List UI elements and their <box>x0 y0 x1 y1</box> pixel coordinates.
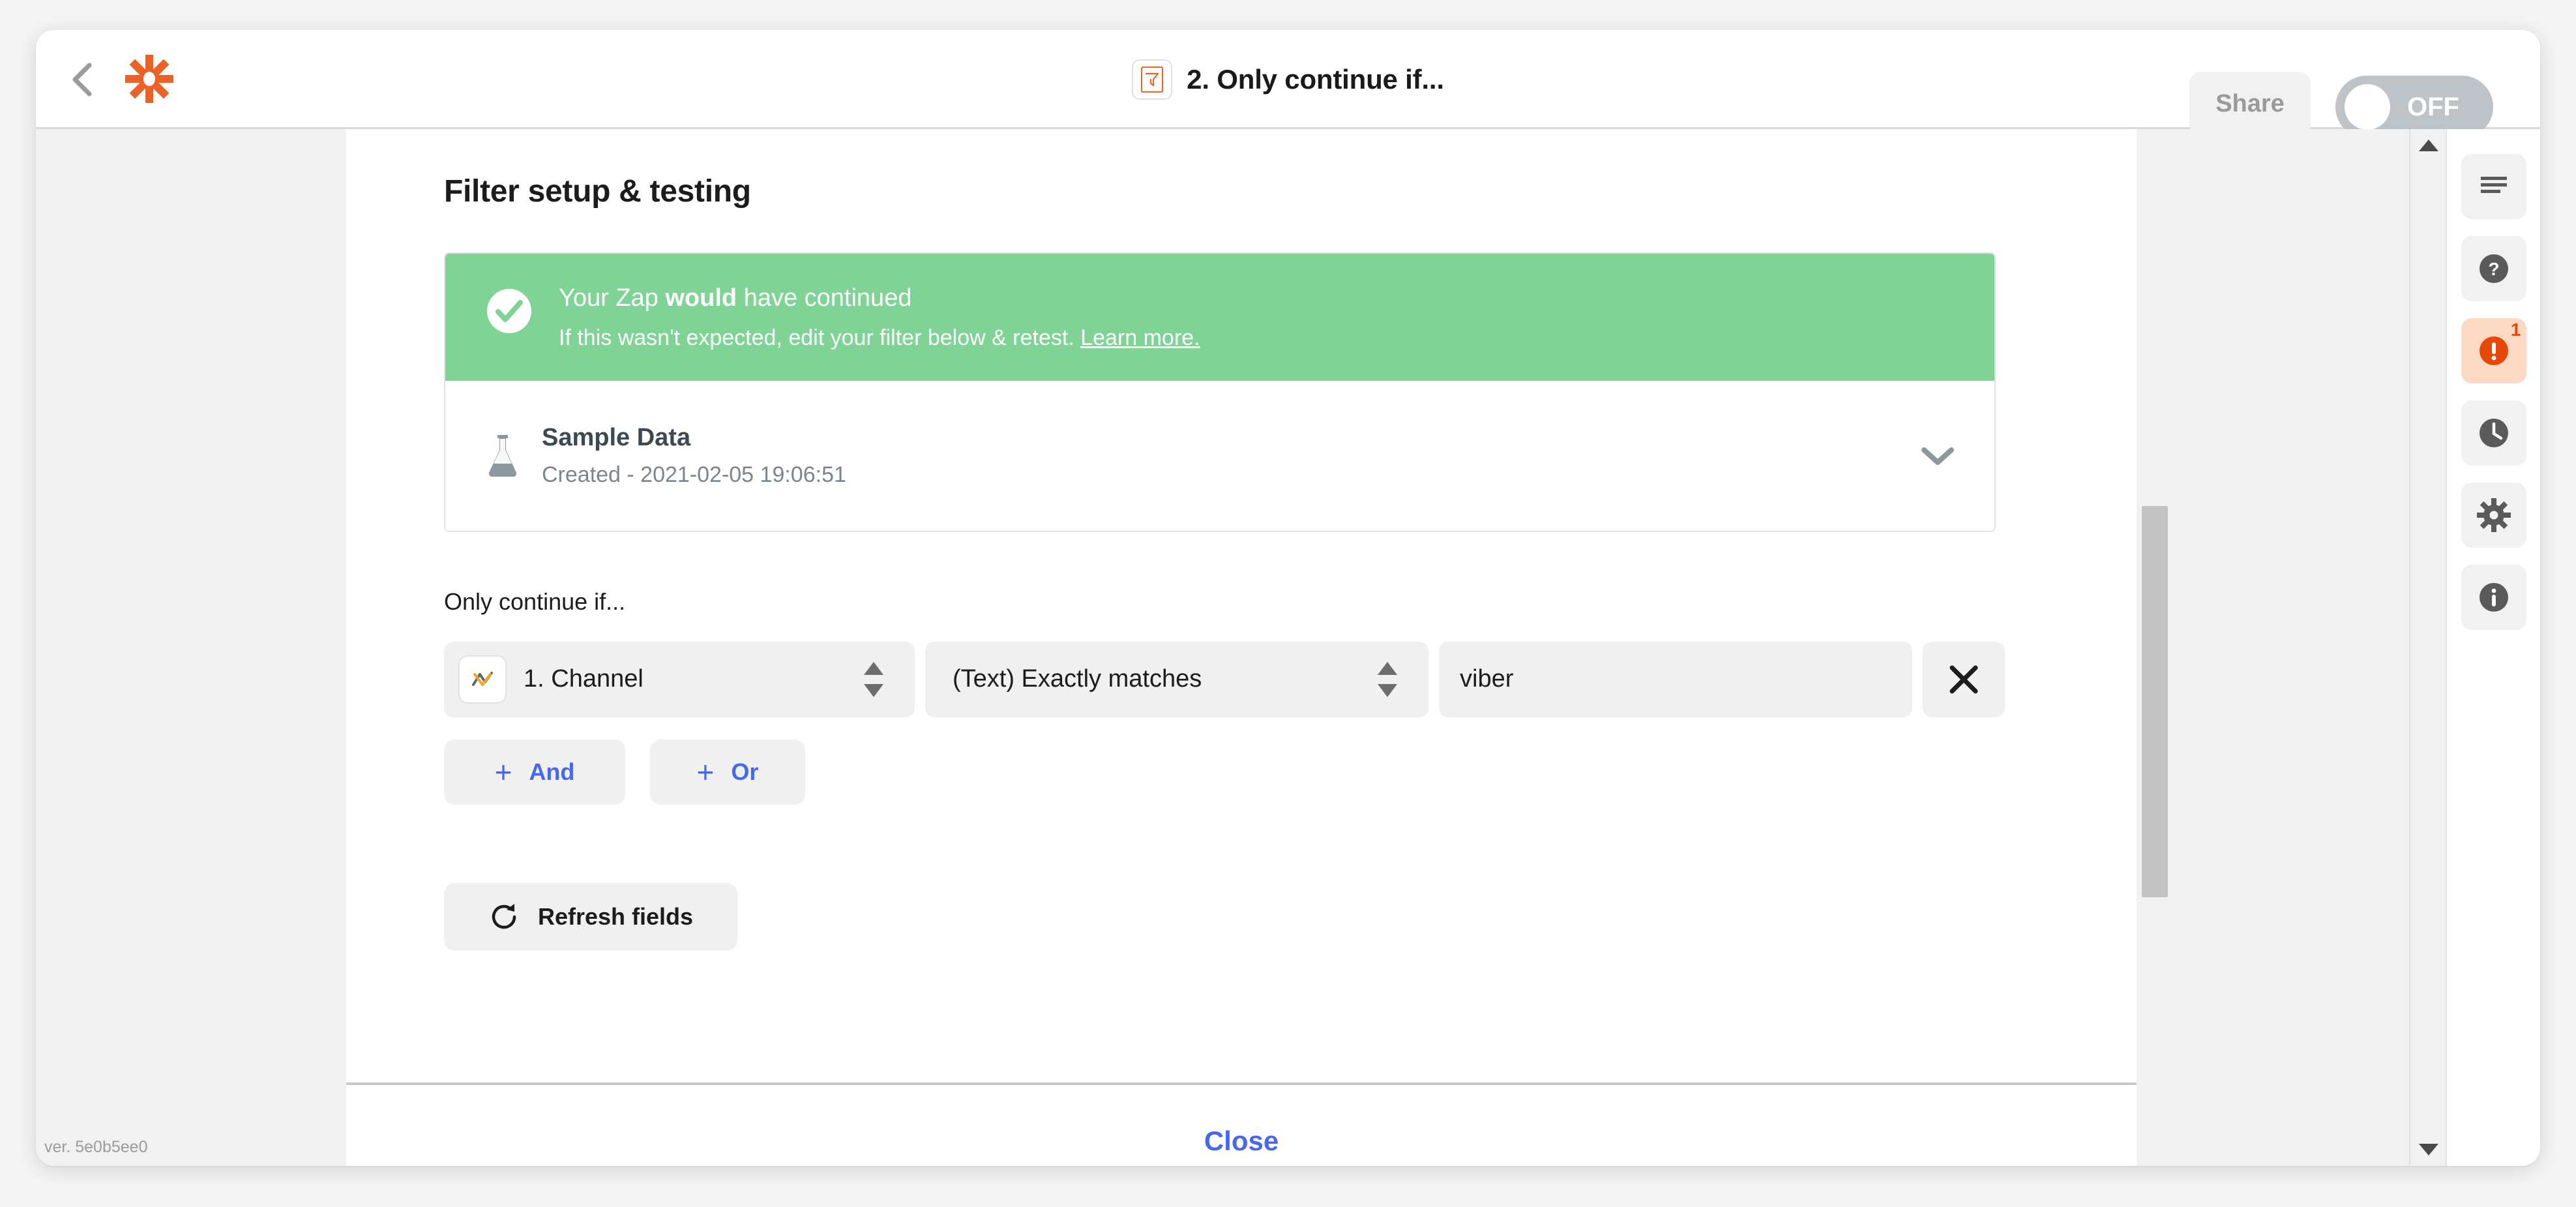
test-result-card: Your Zap would have continued If this wa… <box>444 252 1996 532</box>
plus-icon: + <box>696 754 715 789</box>
add-or-condition-button[interactable]: + Or <box>650 739 805 805</box>
headline-prefix: Your Zap <box>559 284 666 312</box>
filter-condition-select[interactable]: (Text) Exactly matches <box>925 641 1429 717</box>
sidebar-item-notes[interactable] <box>2461 154 2526 219</box>
success-banner: Your Zap would have continued If this wa… <box>445 254 1994 381</box>
share-button[interactable]: Share <box>2189 72 2311 136</box>
subtext-body: If this wasn't expected, edit your filte… <box>559 325 1081 350</box>
sidebar-item-info[interactable] <box>2461 565 2526 630</box>
add-condition-row: + And + Or <box>444 739 2039 805</box>
refresh-icon <box>492 903 516 929</box>
headline-emphasis: would <box>665 284 737 312</box>
close-x-icon <box>1949 665 1978 694</box>
scroll-up-arrow-icon[interactable] <box>2418 138 2439 153</box>
filter-condition-row: 1. Channel (Text) Exactly matches <box>444 641 2039 717</box>
alert-exclamation-icon <box>2479 336 2508 365</box>
headline-suffix: have continued <box>737 284 912 312</box>
filter-modal-panel: Filter setup & testing Your Zap would ha… <box>346 129 2137 1166</box>
chevron-down-icon[interactable] <box>1920 445 1955 467</box>
sidebar-item-settings[interactable] <box>2461 483 2526 548</box>
sample-data-title: Sample Data <box>542 423 691 451</box>
and-label: And <box>529 758 575 785</box>
chevron-updown-icon <box>1376 661 1399 698</box>
sample-data-subtitle: Created - 2021-02-05 19:06:51 <box>542 462 846 487</box>
chevron-updown-icon <box>863 661 885 698</box>
settings-gear-icon <box>2476 498 2511 532</box>
add-and-condition-button[interactable]: + And <box>444 739 625 805</box>
header-bar: 2. Only continue if... Share OFF <box>36 30 2540 138</box>
right-sidebar: ? 1 <box>2446 129 2540 1166</box>
sample-data-row[interactable]: Sample Data Created - 2021-02-05 19:06:5… <box>445 380 1994 531</box>
sidebar-item-history[interactable] <box>2461 400 2526 466</box>
help-question-icon: ? <box>2479 254 2508 283</box>
chevron-left-icon[interactable] <box>68 61 98 98</box>
refresh-fields-label: Refresh fields <box>537 902 694 930</box>
info-circle-icon <box>2479 583 2508 612</box>
plus-icon: + <box>494 754 512 789</box>
modal-footer: Close <box>346 1082 2137 1166</box>
section-title: Filter setup & testing <box>444 174 751 209</box>
filter-funnel-icon <box>1132 59 1173 100</box>
check-circle-icon <box>484 286 534 336</box>
sidebar-item-alerts[interactable]: 1 <box>2461 318 2526 383</box>
filter-condition-value: (Text) Exactly matches <box>953 665 1202 693</box>
learn-more-link[interactable]: Learn more. <box>1080 325 1200 350</box>
refresh-fields-button[interactable]: Refresh fields <box>444 882 737 951</box>
delete-condition-button[interactable] <box>1923 641 2005 717</box>
banner-headline: Your Zap would have continued <box>559 282 1200 314</box>
only-continue-label: Only continue if... <box>444 588 626 615</box>
flask-icon <box>484 432 521 479</box>
modal-scroll-region: Filter setup & testing Your Zap would ha… <box>346 129 2137 1082</box>
page-scrollbar-track[interactable] <box>2409 129 2446 1166</box>
page-scrollbar-thumb[interactable] <box>2414 353 2443 556</box>
filter-field-value: 1. Channel <box>524 665 644 693</box>
toggle-state-label: OFF <box>2407 92 2459 121</box>
app-connector-icon <box>458 655 507 704</box>
filter-field-select[interactable]: 1. Channel <box>444 641 915 717</box>
banner-subtext: If this wasn't expected, edit your filte… <box>559 323 1200 352</box>
page-title: 2. Only continue if... <box>1187 64 1444 95</box>
or-label: Or <box>731 758 759 785</box>
close-button[interactable]: Close <box>1204 1094 1279 1157</box>
app-window: 2. Only continue if... Share OFF Filter … <box>36 30 2540 1166</box>
sidebar-item-help[interactable]: ? <box>2461 236 2526 301</box>
history-clock-icon <box>2479 419 2508 447</box>
modal-scrollbar-thumb[interactable] <box>2142 506 2168 897</box>
notes-lines-icon <box>2480 177 2507 193</box>
version-label: ver. 5e0b5ee0 <box>44 1138 148 1156</box>
header-title-group: 2. Only continue if... <box>36 30 2540 129</box>
scroll-down-arrow-icon[interactable] <box>2418 1142 2439 1157</box>
zapier-logo-icon[interactable] <box>125 55 173 103</box>
modal-scrollbar-track[interactable] <box>2137 129 2173 1166</box>
body-area: Filter setup & testing Your Zap would ha… <box>36 129 2540 1166</box>
alert-badge-count: 1 <box>2510 320 2521 340</box>
svg-text:?: ? <box>2488 259 2499 279</box>
toggle-knob <box>2345 84 2390 130</box>
filter-value-input[interactable] <box>1439 641 1912 717</box>
